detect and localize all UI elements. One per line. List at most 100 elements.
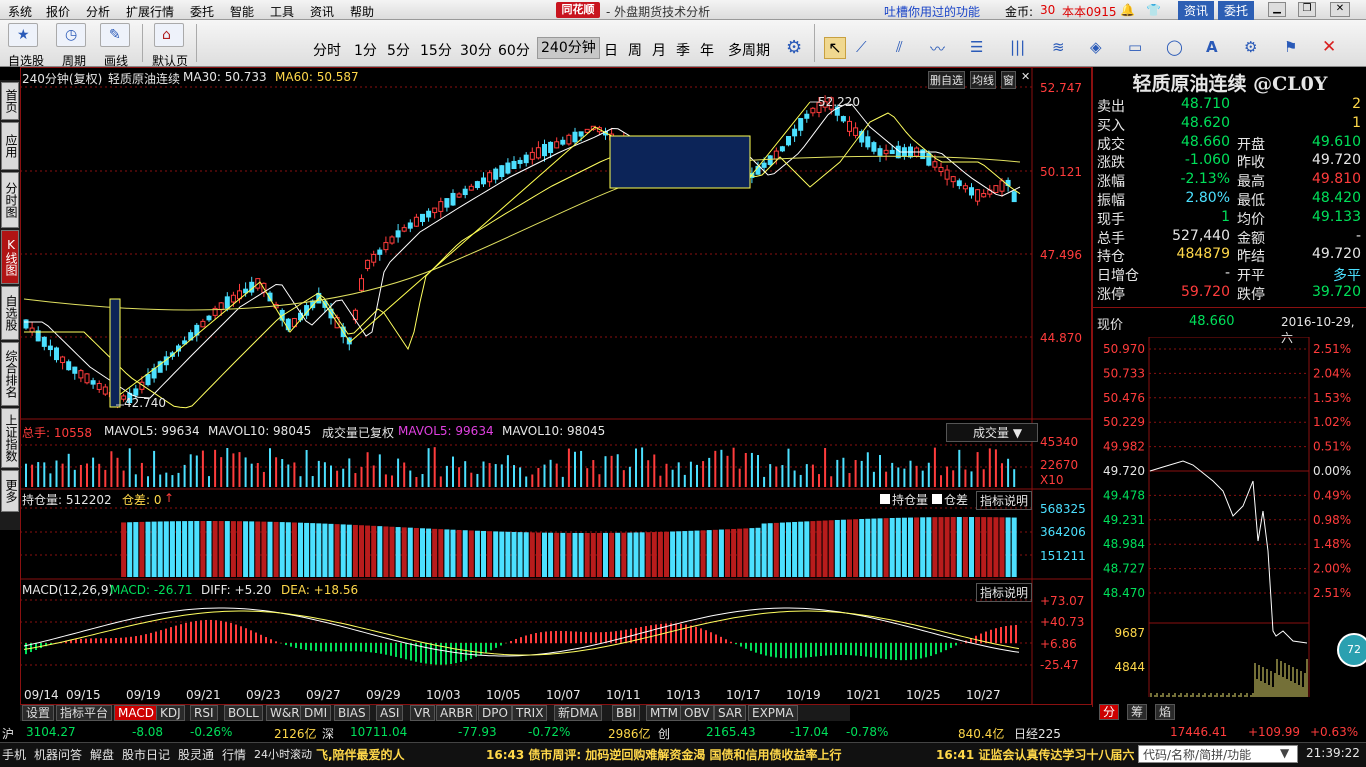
gann-icon[interactable]: ||| bbox=[1010, 38, 1025, 56]
oi-checkbox[interactable]: 持仓量 bbox=[880, 491, 928, 508]
bell-icon[interactable]: 🔔 bbox=[1120, 3, 1135, 17]
period-clock-icon[interactable]: ◷ bbox=[56, 23, 86, 47]
close-icon[interactable]: ✕ bbox=[1330, 2, 1350, 17]
indicator-tab[interactable]: BBI bbox=[612, 705, 641, 721]
status-mobile[interactable]: 手机 bbox=[2, 746, 26, 763]
indicator-tab[interactable]: KDJ bbox=[156, 705, 185, 721]
indicator-tab[interactable]: RSI bbox=[190, 705, 218, 721]
indicator-tab[interactable]: VR bbox=[410, 705, 435, 721]
indicator-tab[interactable]: DMI bbox=[300, 705, 332, 721]
settings-icon[interactable]: ⚙ bbox=[1244, 38, 1257, 56]
promo-link[interactable]: 吐槽你用过的功能 bbox=[884, 3, 980, 20]
indicator-tab[interactable]: BIAS bbox=[334, 705, 370, 721]
line-tool-icon[interactable]: ⟋ bbox=[856, 38, 867, 56]
status-24h[interactable]: 24小时滚动 bbox=[254, 746, 312, 762]
ma-button[interactable]: 均线 bbox=[970, 71, 996, 89]
menu-tools[interactable]: 工具 bbox=[270, 3, 294, 20]
wave-tool-icon[interactable]: 〰 bbox=[930, 38, 945, 59]
menu-news[interactable]: 资讯 bbox=[310, 3, 334, 20]
oi-diff-checkbox[interactable]: 仓差 bbox=[932, 491, 968, 508]
indicator-tab[interactable]: DPO bbox=[478, 705, 512, 721]
indicator-tab[interactable]: BOLL bbox=[224, 705, 263, 721]
period-240min[interactable]: 240分钟 bbox=[537, 37, 600, 59]
indicator-tab[interactable]: 新DMA bbox=[554, 705, 602, 721]
nav-ranking[interactable]: 综合排名 bbox=[1, 342, 19, 406]
news-ticker-2[interactable]: 16:43 债市周评: 加码逆回购难解资金渴 国债和信用债收益率上行 bbox=[486, 746, 842, 763]
period-5min[interactable]: 5分 bbox=[387, 40, 410, 60]
search-dropdown-icon[interactable]: ▼ bbox=[1280, 746, 1289, 760]
mini-tab-timeshare[interactable]: 分 bbox=[1099, 704, 1120, 720]
rectangle-icon[interactable]: ▭ bbox=[1128, 38, 1142, 56]
shirt-icon[interactable]: 👕 bbox=[1146, 3, 1161, 17]
menu-analysis[interactable]: 分析 bbox=[86, 3, 110, 20]
floating-bubble[interactable]: 72 bbox=[1337, 633, 1366, 667]
parallel-line-icon[interactable]: ⫽ bbox=[896, 38, 903, 56]
status-gulingtong[interactable]: 股灵通 bbox=[178, 746, 214, 763]
period-1min[interactable]: 1分 bbox=[354, 40, 377, 60]
indicator-tab[interactable]: TRIX bbox=[512, 705, 548, 721]
period-day[interactable]: 日 bbox=[604, 40, 618, 60]
indicator-tab[interactable]: OBV bbox=[680, 705, 714, 721]
status-diary[interactable]: 股市日记 bbox=[122, 746, 170, 763]
restore-icon[interactable]: ❐ bbox=[1298, 2, 1316, 17]
indicator-tab[interactable]: SAR bbox=[714, 705, 747, 721]
layers-icon[interactable]: ◈ bbox=[1090, 38, 1102, 56]
news-ticker-3[interactable]: 16:41 证监会认真传达学习十八届六 bbox=[936, 746, 1136, 763]
nav-sh-index[interactable]: 上证指数 bbox=[1, 408, 19, 468]
indicator-tab[interactable]: MTM bbox=[646, 705, 683, 721]
volume-indicator-dropdown[interactable]: 成交量 ▼ bbox=[946, 423, 1038, 442]
nav-apps[interactable]: 应用 bbox=[1, 122, 19, 170]
status-interpret[interactable]: 解盘 bbox=[90, 746, 114, 763]
menu-system[interactable]: 系统 bbox=[8, 3, 32, 20]
close-chart-icon[interactable]: ✕ bbox=[1021, 70, 1030, 83]
zixun-button[interactable]: 资讯 bbox=[1178, 1, 1215, 20]
news-ticker-1[interactable]: 飞,陪伴最爱的人 bbox=[316, 746, 405, 763]
channel-icon[interactable]: ≋ bbox=[1052, 38, 1065, 56]
indicator-tab[interactable]: EXPMA bbox=[748, 705, 798, 721]
search-input[interactable]: 代码/名称/简拼/功能 bbox=[1138, 745, 1298, 763]
period-season[interactable]: 季 bbox=[676, 40, 690, 60]
period-30min[interactable]: 30分 bbox=[460, 40, 492, 60]
status-robot-qa[interactable]: 机器问答 bbox=[34, 746, 82, 763]
nav-timeshare[interactable]: 分时图 bbox=[1, 172, 19, 228]
period-week[interactable]: 周 bbox=[628, 40, 642, 60]
delete-icon[interactable]: ✕ bbox=[1322, 37, 1336, 57]
indicator-tab[interactable]: W&R bbox=[266, 705, 304, 721]
chart-area[interactable] bbox=[20, 67, 1092, 705]
ellipse-icon[interactable]: ◯ bbox=[1166, 38, 1183, 56]
kline-chart-svg[interactable] bbox=[20, 67, 1092, 705]
status-market[interactable]: 行情 bbox=[222, 746, 246, 763]
period-year[interactable]: 年 bbox=[700, 40, 714, 60]
menu-help[interactable]: 帮助 bbox=[350, 3, 374, 20]
weituo-button[interactable]: 委托 bbox=[1218, 1, 1255, 20]
flag-icon[interactable]: ⚑ bbox=[1284, 38, 1297, 56]
draw-line-icon[interactable]: ✎ bbox=[100, 23, 130, 47]
indicator-tab[interactable]: 设置 bbox=[22, 705, 55, 721]
indicator-tab[interactable]: 指标平台 bbox=[56, 705, 113, 721]
nav-kline[interactable]: K线图 bbox=[1, 230, 19, 284]
indicator-tab[interactable]: MACD bbox=[114, 705, 158, 721]
period-15min[interactable]: 15分 bbox=[420, 40, 452, 60]
menu-smart[interactable]: 智能 bbox=[230, 3, 254, 20]
remove-watchlist-button[interactable]: 删自选 bbox=[928, 71, 965, 89]
minimize-icon[interactable]: ▁ bbox=[1268, 2, 1286, 17]
nav-more[interactable]: 更多 bbox=[1, 470, 19, 512]
mini-timeshare-chart[interactable]: 50.970 2.51% 50.733 2.04% 50.476 1.53% 50.229 1… bbox=[1093, 337, 1366, 697]
text-tool-icon[interactable]: A bbox=[1206, 38, 1218, 56]
menu-extended[interactable]: 扩展行情 bbox=[126, 3, 174, 20]
default-page-home-icon[interactable]: ⌂ bbox=[154, 23, 184, 47]
period-fenshi[interactable]: 分时 bbox=[313, 40, 341, 60]
watchlist-star-icon[interactable]: ★ bbox=[8, 23, 38, 47]
cursor-icon[interactable]: ↖ bbox=[824, 37, 846, 59]
indicator-tab[interactable]: ASI bbox=[376, 705, 404, 721]
menu-trade[interactable]: 委托 bbox=[190, 3, 214, 20]
mini-tab-chips[interactable]: 筹 bbox=[1127, 704, 1148, 720]
menu-quote[interactable]: 报价 bbox=[46, 3, 70, 20]
mini-tab-flame[interactable]: 焰 bbox=[1155, 704, 1176, 720]
macd-explain-button[interactable]: 指标说明 bbox=[976, 583, 1033, 602]
period-60min[interactable]: 60分 bbox=[498, 40, 530, 60]
nav-watchlist[interactable]: 自选股 bbox=[1, 286, 19, 340]
period-month[interactable]: 月 bbox=[652, 40, 666, 60]
window-button[interactable]: 窗 bbox=[1001, 71, 1016, 89]
nav-home[interactable]: 首页 bbox=[1, 82, 19, 120]
